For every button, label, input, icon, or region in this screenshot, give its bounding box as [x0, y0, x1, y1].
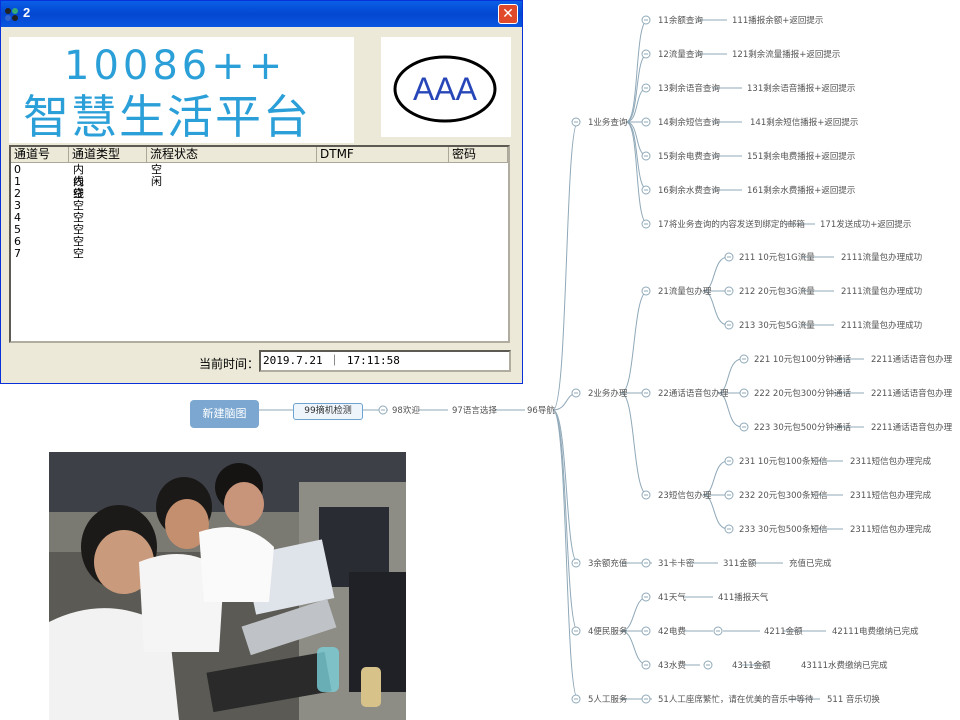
- node-result[interactable]: 161剩余水费播报+返回提示: [747, 185, 855, 196]
- node-convenience[interactable]: 4便民服务: [588, 626, 628, 637]
- node-result[interactable]: 411播报天气: [718, 592, 769, 603]
- node-item[interactable]: 42电费: [658, 626, 686, 637]
- node-item[interactable]: 232 20元包300条短信: [739, 490, 828, 501]
- node-result[interactable]: 充值已完成: [789, 558, 832, 569]
- node-result[interactable]: 2211通话语音包办理: [871, 388, 953, 399]
- node-result[interactable]: 2311短信包办理完成: [850, 490, 932, 501]
- node-item[interactable]: 211 10元包1G流量: [739, 252, 815, 263]
- node-manual-service[interactable]: 5人工服务: [588, 694, 628, 705]
- node-business-query[interactable]: 1业务查询: [588, 117, 627, 128]
- node-item[interactable]: 51人工座席繁忙，请在优美的音乐中等待: [658, 694, 814, 705]
- node-result[interactable]: 111播报余额+返回提示: [732, 15, 823, 26]
- node-item[interactable]: 221 10元包100分钟通话: [754, 354, 851, 365]
- node-item[interactable]: 213 30元包5G流量: [739, 320, 815, 331]
- node-item[interactable]: 4311金额: [732, 660, 771, 671]
- node-result[interactable]: 2111流量包办理成功: [841, 320, 922, 331]
- node-result[interactable]: 141剩余短信播报+返回提示: [750, 117, 858, 128]
- node-item[interactable]: 4211金额: [764, 626, 803, 637]
- node-result[interactable]: 2211通话语音包办理: [871, 354, 953, 365]
- node-result[interactable]: 2111流量包办理成功: [841, 252, 922, 263]
- node-welcome[interactable]: 98欢迎: [392, 405, 420, 416]
- node-business-handle[interactable]: 2业务办理: [588, 388, 628, 399]
- node-result[interactable]: 131剩余语音播报+返回提示: [747, 83, 855, 94]
- node-item[interactable]: 233 30元包500条短信: [739, 524, 828, 535]
- node-result[interactable]: 2211通话语音包办理: [871, 422, 953, 433]
- node-result[interactable]: 2111流量包办理成功: [841, 286, 922, 297]
- node-result[interactable]: 42111电费缴纳已完成: [832, 626, 919, 637]
- node-item[interactable]: 212 20元包3G流量: [739, 286, 815, 297]
- node-navigation[interactable]: 96导航: [527, 405, 555, 416]
- node-result[interactable]: 121剩余流量播报+返回提示: [732, 49, 840, 60]
- node-item[interactable]: 311金额: [723, 558, 757, 569]
- node-group[interactable]: 21流量包办理: [658, 286, 712, 297]
- node-item[interactable]: 41天气: [658, 592, 686, 603]
- node-result[interactable]: 151剩余电费播报+返回提示: [747, 151, 855, 162]
- node-item[interactable]: 11余额查询: [658, 15, 703, 26]
- node-item[interactable]: 31卡卡密: [658, 558, 695, 569]
- node-group[interactable]: 22通话语音包办理: [658, 388, 729, 399]
- node-item[interactable]: 13剩余语音查询: [658, 83, 720, 94]
- node-recharge[interactable]: 3余额充值: [588, 558, 628, 569]
- mindmap-canvas: 98欢迎 97语言选择 96导航 1业务查询 2业务办理 3余额充值 4便民服务…: [259, 15, 953, 705]
- node-item[interactable]: 222 20元包300分钟通话: [754, 388, 851, 399]
- new-mindmap-button[interactable]: 新建脑图: [190, 400, 259, 428]
- node-item[interactable]: 15剩余电费查询: [658, 151, 720, 162]
- node-item[interactable]: 12流量查询: [658, 49, 703, 60]
- node-item[interactable]: 14剩余短信查询: [658, 117, 720, 128]
- node-item[interactable]: 16剩余水费查询: [658, 185, 720, 196]
- node-result[interactable]: 511 音乐切换: [827, 694, 880, 705]
- node-offhook-detect[interactable]: 99摘机检测: [293, 403, 363, 420]
- node-language-select[interactable]: 97语言选择: [452, 405, 497, 416]
- node-item[interactable]: 223 30元包500分钟通话: [754, 422, 851, 433]
- node-item[interactable]: 17将业务查询的内容发送到绑定的邮箱: [658, 219, 805, 230]
- node-result[interactable]: 43111水费缴纳已完成: [801, 660, 888, 671]
- node-item[interactable]: 231 10元包100条短信: [739, 456, 828, 467]
- node-group[interactable]: 23短信包办理: [658, 490, 712, 501]
- node-result[interactable]: 171发送成功+返回提示: [820, 219, 911, 230]
- node-item[interactable]: 43水费: [658, 660, 686, 671]
- node-result[interactable]: 2311短信包办理完成: [850, 456, 932, 467]
- node-result[interactable]: 2311短信包办理完成: [850, 524, 932, 535]
